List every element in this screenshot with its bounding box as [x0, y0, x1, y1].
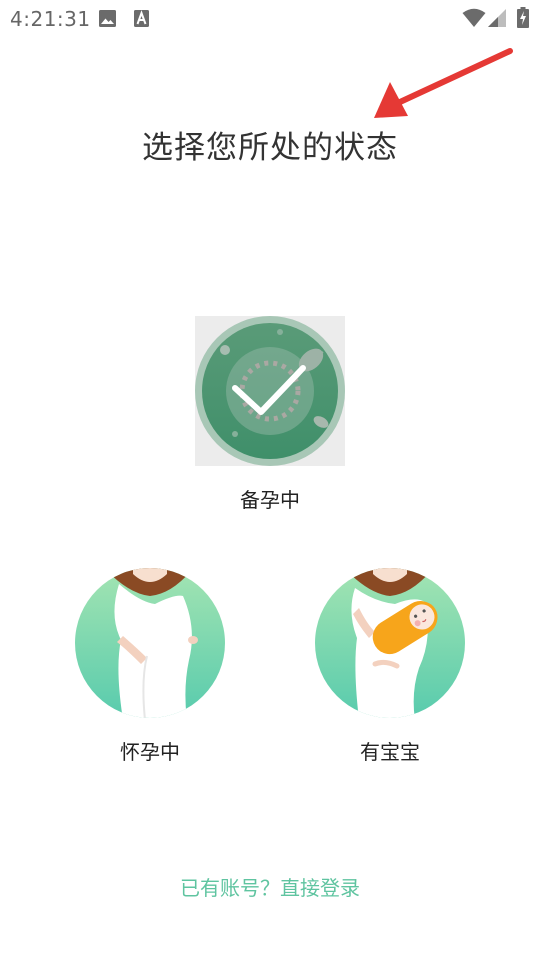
mother-with-baby-icon [315, 568, 465, 718]
annotation-arrow-icon [374, 48, 513, 118]
battery-charging-icon [517, 7, 529, 28]
preparing-pregnancy-icon [195, 316, 345, 466]
login-link[interactable]: 已有账号？直接登录 [0, 872, 540, 901]
pregnant-woman-icon [75, 568, 225, 718]
cellular-signal-icon [488, 9, 506, 27]
image-icon [99, 10, 116, 27]
option-label: 怀孕中 [120, 740, 180, 764]
page-title: 选择您所处的状态 [142, 130, 398, 166]
a-text-icon [134, 10, 149, 27]
option-label: 备孕中 [240, 488, 300, 512]
option-have-baby[interactable]: 有宝宝 [315, 568, 465, 764]
option-preparing-pregnancy[interactable]: 备孕中 [195, 316, 345, 516]
status-bar: 4:21:31 [0, 0, 540, 36]
option-label: 有宝宝 [360, 740, 420, 764]
status-time: 4:21:31 [10, 7, 91, 31]
wifi-icon [462, 8, 486, 27]
option-pregnant[interactable]: 怀孕中 [75, 568, 225, 764]
